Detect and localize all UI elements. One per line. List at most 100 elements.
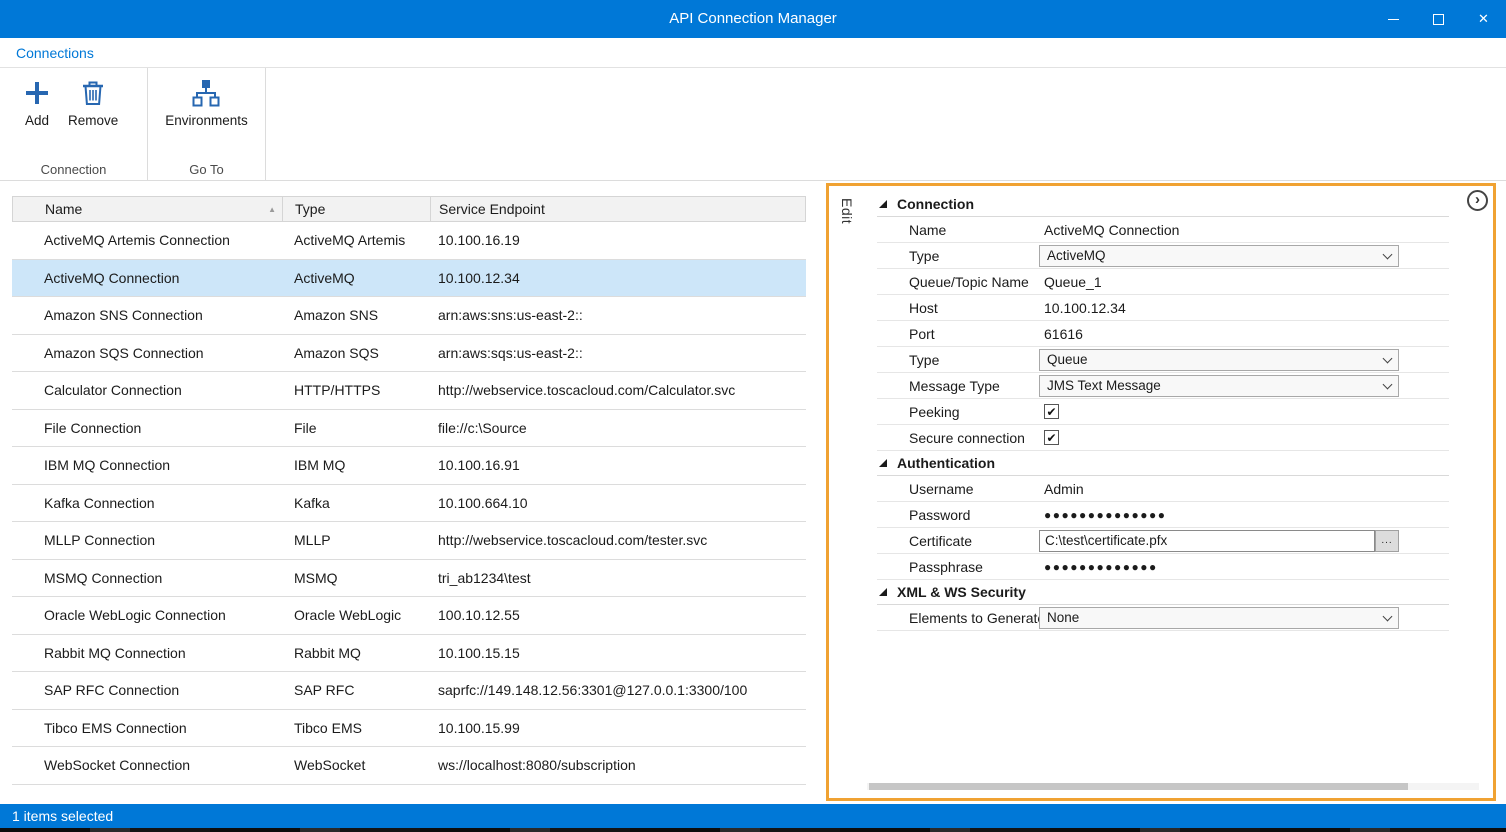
password-field-passphrase[interactable]: ●●●●●●●●●●●●● [1039,560,1158,574]
property-label: Elements to Generate [877,610,1039,626]
remove-button-label: Remove [68,113,118,128]
cell-type: IBM MQ [282,457,430,473]
dropdown-value: Queue [1047,352,1088,367]
column-header-name[interactable]: Name ▲ [13,197,283,221]
collapse-panel-button[interactable]: › [1467,190,1488,211]
table-row-amazon-sqs-connection[interactable]: Amazon SQS ConnectionAmazon SQSarn:aws:s… [12,335,806,373]
cell-type: Oracle WebLogic [282,607,430,623]
maximize-icon [1433,14,1444,25]
checkbox-peeking[interactable]: ✔ [1044,404,1059,419]
cell-service_endpoint: 10.100.16.91 [430,457,806,473]
connection-table: Name ▲ Type Service Endpoint ActiveMQ Ar… [12,196,806,785]
table-row-tibco-ems-connection[interactable]: Tibco EMS ConnectionTibco EMS10.100.15.9… [12,710,806,748]
group-label: XML & WS Security [897,584,1026,600]
add-button[interactable]: Add [14,74,60,128]
ribbon-group-goto: Environments Go To [148,68,266,180]
text-field-host[interactable]: 10.100.12.34 [1039,300,1126,316]
group-header-connection[interactable]: Connection [877,192,1449,217]
table-row-rabbit-mq-connection[interactable]: Rabbit MQ ConnectionRabbit MQ10.100.15.1… [12,635,806,673]
close-icon: ✕ [1478,11,1489,27]
property-label: Certificate [877,533,1039,549]
cell-service_endpoint: 10.100.15.99 [430,720,806,736]
column-header-type[interactable]: Type [283,197,431,221]
cell-service_endpoint: arn:aws:sns:us-east-2:: [430,307,806,323]
text-field-port[interactable]: 61616 [1039,326,1083,342]
group-header-xml-ws-security[interactable]: XML & WS Security [877,580,1449,605]
cell-service_endpoint: arn:aws:sqs:us-east-2:: [430,345,806,361]
connection-table-body: ActiveMQ Artemis ConnectionActiveMQ Arte… [12,222,806,785]
table-row-ibm-mq-connection[interactable]: IBM MQ ConnectionIBM MQ10.100.16.91 [12,447,806,485]
minimize-button[interactable] [1371,0,1416,38]
property-label: Type [877,248,1039,264]
text-field-queue-topic-name[interactable]: Queue_1 [1039,274,1102,290]
property-label: Message Type [877,378,1039,394]
table-row-kafka-connection[interactable]: Kafka ConnectionKafka10.100.664.10 [12,485,806,523]
expander-icon [879,588,887,596]
cell-name: Tibco EMS Connection [12,720,282,736]
property-value: 61616 [1039,326,1449,342]
dropdown-value: None [1047,610,1079,625]
dropdown-message-type[interactable]: JMS Text Message [1039,375,1399,397]
table-row-msmq-connection[interactable]: MSMQ ConnectionMSMQtri_ab1234\test [12,560,806,598]
cell-name: SAP RFC Connection [12,682,282,698]
cell-type: File [282,420,430,436]
text-field-name[interactable]: ActiveMQ Connection [1039,222,1179,238]
tab-connections[interactable]: Connections [16,45,94,61]
cell-name: ActiveMQ Artemis Connection [12,232,282,248]
property-row-elements-to-generate: Elements to Generate None [877,605,1449,631]
column-header-name-label: Name [45,201,82,217]
table-row-calculator-connection[interactable]: Calculator ConnectionHTTP/HTTPShttp://we… [12,372,806,410]
status-bar: 1 items selected [0,804,1506,828]
property-value: ActiveMQ [1039,245,1449,267]
browse-button[interactable]: ... [1375,530,1399,552]
environments-icon [191,78,221,108]
edit-panel: Edit › ConnectionNameActiveMQ Connection… [826,183,1496,801]
cell-service_endpoint: http://webservice.toscacloud.com/tester.… [430,532,806,548]
property-row-message-type: Message TypeJMS Text Message [877,373,1449,399]
maximize-button[interactable] [1416,0,1461,38]
window-controls: ✕ [1371,0,1506,38]
table-row-file-connection[interactable]: File ConnectionFilefile://c:\Source [12,410,806,448]
property-value: ●●●●●●●●●●●●● [1039,560,1449,574]
property-label: Port [877,326,1039,342]
ribbon-body: Add Remove Con [0,68,1506,180]
checkbox-secure-connection[interactable]: ✔ [1044,430,1059,445]
text-field-username[interactable]: Admin [1039,481,1084,497]
file-input-certificate[interactable]: C:\test\certificate.pfx [1039,530,1375,552]
cell-name: Calculator Connection [12,382,282,398]
property-row-name: NameActiveMQ Connection [877,217,1449,243]
table-row-amazon-sns-connection[interactable]: Amazon SNS ConnectionAmazon SNSarn:aws:s… [12,297,806,335]
scrollbar-thumb[interactable] [869,783,1408,790]
group-header-authentication[interactable]: Authentication [877,451,1449,476]
remove-button[interactable]: Remove [60,74,126,128]
cell-type: Tibco EMS [282,720,430,736]
table-row-websocket-connection[interactable]: WebSocket ConnectionWebSocketws://localh… [12,747,806,785]
column-header-service-endpoint[interactable]: Service Endpoint [431,197,805,221]
property-row-type: Type Queue [877,347,1449,373]
dropdown-elements-to-generate[interactable]: None [1039,607,1399,629]
dropdown-type[interactable]: Queue [1039,349,1399,371]
environments-button-label: Environments [165,113,248,128]
password-field-password[interactable]: ●●●●●●●●●●●●●● [1039,508,1166,522]
property-value: ●●●●●●●●●●●●●● [1039,508,1449,522]
table-row-oracle-weblogic-connection[interactable]: Oracle WebLogic ConnectionOracle WebLogi… [12,597,806,635]
dropdown-type[interactable]: ActiveMQ [1039,245,1399,267]
environments-button[interactable]: Environments [157,74,256,128]
cell-service_endpoint: 100.10.12.55 [430,607,806,623]
chevron-down-icon [1383,611,1393,621]
table-row-sap-rfc-connection[interactable]: SAP RFC ConnectionSAP RFCsaprfc://149.14… [12,672,806,710]
cell-name: MLLP Connection [12,532,282,548]
expander-icon [879,459,887,467]
status-text: 1 items selected [12,808,113,824]
trash-icon [78,78,108,108]
main-content: Name ▲ Type Service Endpoint ActiveMQ Ar… [0,181,1506,804]
property-label: Queue/Topic Name [877,274,1039,290]
edit-tab[interactable]: Edit [839,198,855,224]
table-row-mllp-connection[interactable]: MLLP ConnectionMLLPhttp://webservice.tos… [12,522,806,560]
table-row-activemq-artemis-connection[interactable]: ActiveMQ Artemis ConnectionActiveMQ Arte… [12,222,806,260]
property-label: Type [877,352,1039,368]
property-value: 10.100.12.34 [1039,300,1449,316]
close-button[interactable]: ✕ [1461,0,1506,38]
horizontal-scrollbar[interactable] [867,783,1479,790]
table-row-activemq-connection[interactable]: ActiveMQ ConnectionActiveMQ10.100.12.34 [12,260,806,298]
